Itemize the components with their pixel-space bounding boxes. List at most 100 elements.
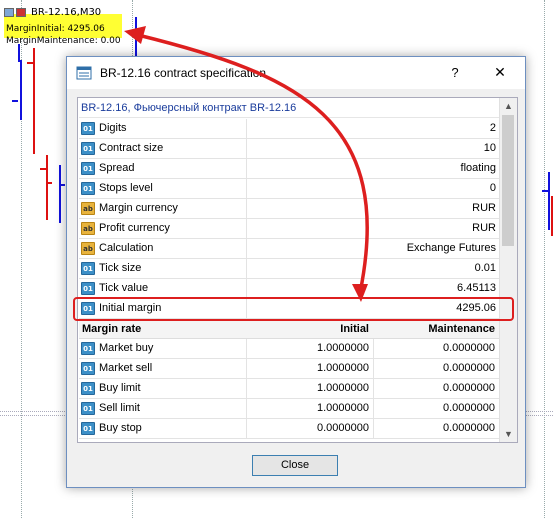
scrollbar-thumb[interactable] — [502, 115, 514, 246]
property-value: 0 — [489, 182, 496, 194]
contract-specification-dialog: BR-12.16 contract specification ? ✕ BR-1… — [66, 56, 526, 488]
numeric-property-icon: 01 — [81, 362, 95, 375]
scroll-up-icon[interactable]: ▲ — [500, 98, 517, 114]
rate-row-buy-limit[interactable]: 01 Buy limit 1.0000000 0.0000000 — [79, 379, 499, 399]
margin-rate-header: Margin rate Initial Maintenance — [79, 319, 499, 339]
column-separator — [246, 159, 247, 178]
column-separator — [246, 259, 247, 278]
rate-maintenance: 0.0000000 — [443, 342, 495, 354]
candle-tick — [542, 190, 548, 192]
property-name: Spread — [99, 162, 135, 174]
property-value: Exchange Futures — [406, 242, 496, 254]
column-separator — [246, 239, 247, 258]
column-separator — [373, 419, 374, 438]
candle-bar — [33, 48, 35, 154]
numeric-property-icon: 01 — [81, 382, 95, 395]
numeric-property-icon: 01 — [81, 422, 95, 435]
rate-name: Market buy — [99, 342, 154, 354]
property-value: 2 — [489, 122, 496, 134]
vertical-scrollbar[interactable]: ▲ ▼ — [499, 98, 517, 442]
numeric-property-icon: 01 — [81, 282, 95, 295]
property-row-contract-size[interactable]: 01 Contract size 10 — [79, 139, 499, 159]
property-row-tick-value[interactable]: 01 Tick value 6.45113 — [79, 279, 499, 299]
rate-initial: 1.0000000 — [317, 342, 369, 354]
property-name: Initial margin — [99, 302, 162, 314]
property-name: Contract size — [99, 142, 164, 154]
candle-tick — [46, 182, 52, 184]
numeric-property-icon: 01 — [81, 302, 95, 315]
numeric-property-icon: 01 — [81, 122, 95, 135]
property-name: Calculation — [99, 242, 154, 254]
candle-bar — [59, 165, 61, 223]
rate-maintenance: 0.0000000 — [443, 382, 495, 394]
close-button[interactable]: Close — [252, 455, 338, 476]
column-separator — [373, 379, 374, 398]
specification-list[interactable]: BR-12.16, Фьючерсный контракт BR-12.16 0… — [77, 97, 518, 443]
property-value: 0.01 — [474, 262, 496, 274]
help-button[interactable]: ? — [447, 65, 463, 80]
numeric-property-icon: 01 — [81, 342, 95, 355]
numeric-property-icon: 01 — [81, 142, 95, 155]
property-row-initial-margin[interactable]: 01 Initial margin 4295.06 — [79, 299, 499, 319]
property-value: 6.45113 — [457, 282, 496, 294]
rate-name: Buy stop — [99, 422, 142, 434]
rate-row-buy-stop[interactable]: 01 Buy stop 0.0000000 0.0000000 — [79, 419, 499, 439]
rate-maintenance: 0.0000000 — [443, 402, 495, 414]
close-window-icon[interactable]: ✕ — [492, 64, 508, 81]
chart-window-icon — [4, 7, 14, 17]
group-title: BR-12.16, Фьючерсный контракт BR-12.16 — [79, 99, 499, 118]
scroll-down-icon[interactable]: ▼ — [500, 426, 517, 442]
property-row-digits[interactable]: 01 Digits 2 — [79, 119, 499, 139]
property-row-stops-level[interactable]: 01 Stops level 0 — [79, 179, 499, 199]
property-name: Profit currency — [99, 222, 170, 234]
initial-column-header: Initial — [340, 323, 369, 335]
rate-name: Sell limit — [99, 402, 140, 414]
property-value: RUR — [472, 222, 496, 234]
rate-initial: 1.0000000 — [317, 382, 369, 394]
rate-name: Market sell — [99, 362, 153, 374]
rate-maintenance: 0.0000000 — [443, 422, 495, 434]
text-property-icon: ab — [81, 222, 95, 235]
margin-rate-column-header: Margin rate — [82, 323, 142, 335]
numeric-property-icon: 01 — [81, 402, 95, 415]
property-row-margin-currency[interactable]: ab Margin currency RUR — [79, 199, 499, 219]
property-name: Digits — [99, 122, 127, 134]
property-row-tick-size[interactable]: 01 Tick size 0.01 — [79, 259, 499, 279]
candle-tick — [40, 168, 46, 170]
dialog-title: BR-12.16 contract specification — [100, 66, 267, 80]
column-separator — [246, 199, 247, 218]
property-row-profit-currency[interactable]: ab Profit currency RUR — [79, 219, 499, 239]
numeric-property-icon: 01 — [81, 262, 95, 275]
column-separator — [246, 279, 247, 298]
dialog-titlebar[interactable]: BR-12.16 contract specification ? ✕ — [67, 57, 525, 89]
candle-bar — [20, 60, 22, 120]
maintenance-column-header: Maintenance — [428, 323, 495, 335]
column-separator — [373, 399, 374, 418]
property-value: 10 — [483, 142, 496, 154]
rate-row-market-sell[interactable]: 01 Market sell 1.0000000 0.0000000 — [79, 359, 499, 379]
numeric-property-icon: 01 — [81, 162, 95, 175]
property-row-calculation[interactable]: ab Calculation Exchange Futures — [79, 239, 499, 259]
symbol-properties-icon — [76, 65, 92, 81]
rate-initial: 1.0000000 — [317, 362, 369, 374]
chart-title: BR-12.16,M30 — [31, 6, 102, 18]
column-separator — [246, 119, 247, 138]
property-row-spread[interactable]: 01 Spread floating — [79, 159, 499, 179]
property-name: Tick value — [99, 282, 149, 294]
candle-tick — [12, 100, 18, 102]
rate-row-sell-limit[interactable]: 01 Sell limit 1.0000000 0.0000000 — [79, 399, 499, 419]
column-separator — [246, 299, 247, 318]
candle-bar — [548, 172, 550, 230]
rate-name: Buy limit — [99, 382, 141, 394]
column-separator — [373, 359, 374, 378]
property-name: Stops level — [99, 182, 153, 194]
column-separator — [373, 339, 374, 358]
property-value: RUR — [472, 202, 496, 214]
candle-tick — [27, 62, 33, 64]
chart-header: BR-12.16,M30 — [4, 6, 101, 18]
rate-row-market-buy[interactable]: 01 Market buy 1.0000000 0.0000000 — [79, 339, 499, 359]
column-separator — [246, 219, 247, 238]
property-value: 4295.06 — [456, 302, 496, 314]
rate-initial: 0.0000000 — [317, 422, 369, 434]
property-name: Margin currency — [99, 202, 178, 214]
